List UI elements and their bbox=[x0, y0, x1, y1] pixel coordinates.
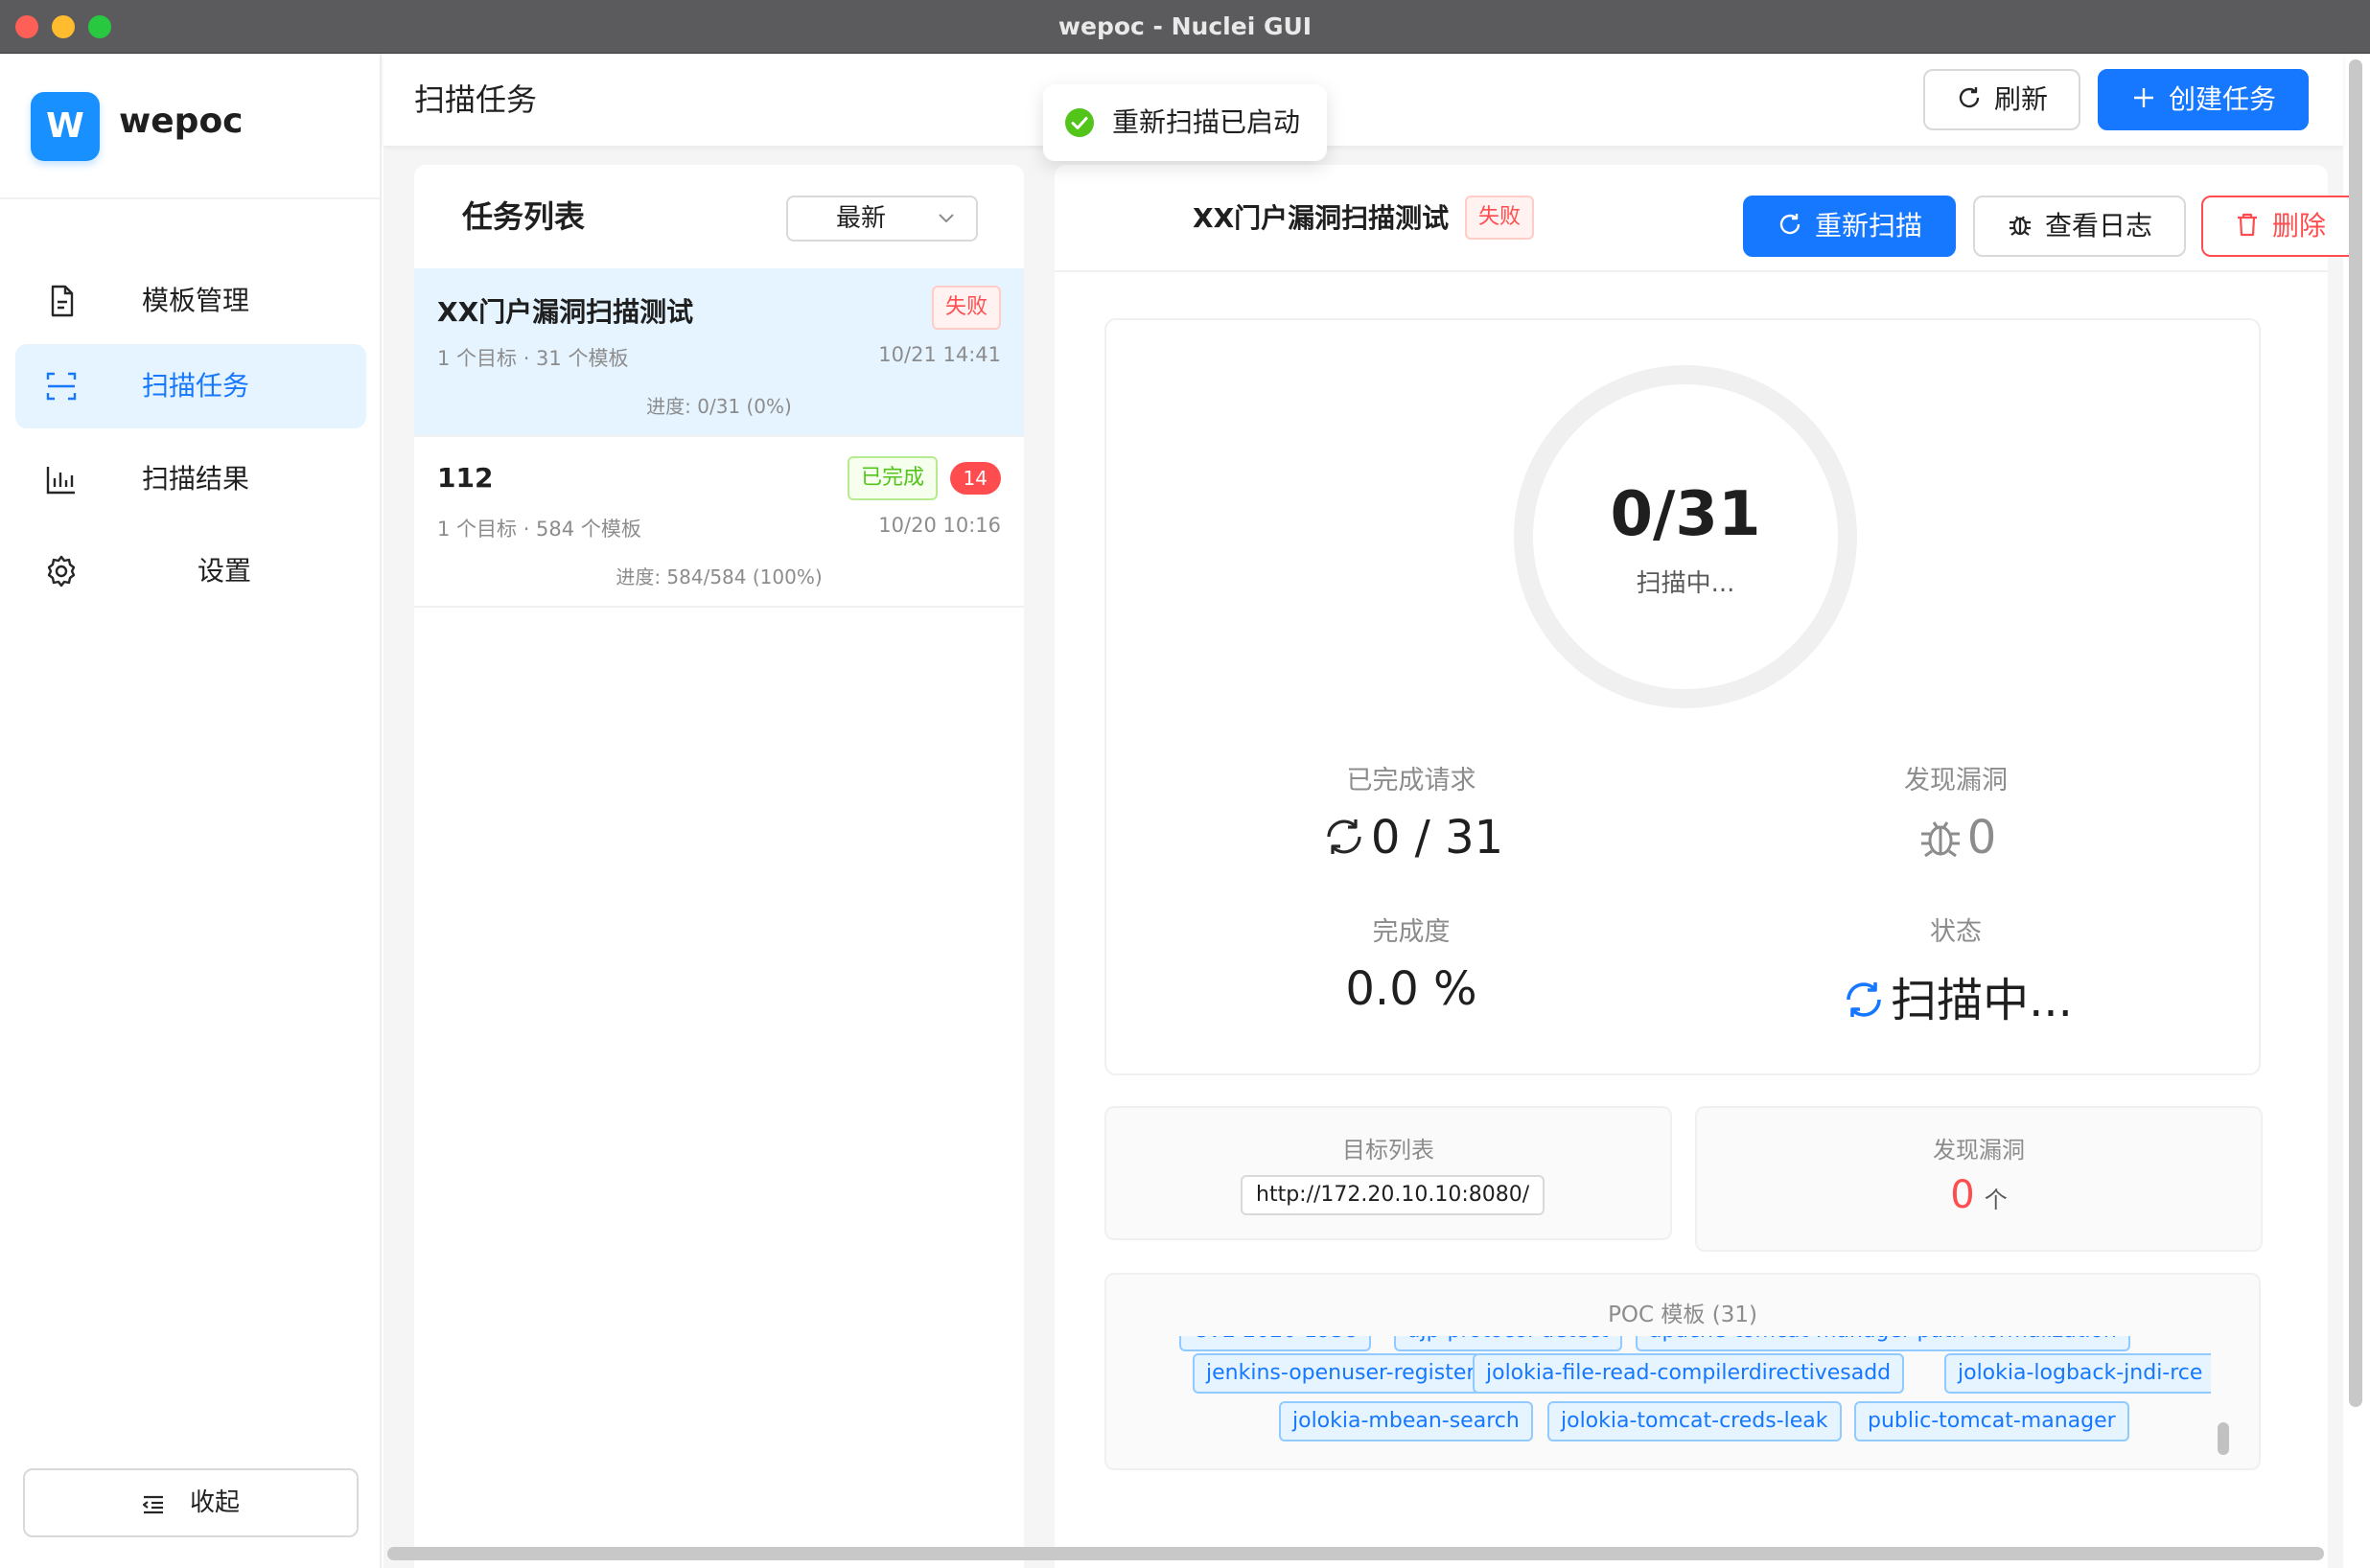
app-logo: W bbox=[31, 92, 100, 161]
create-task-label: 创建任务 bbox=[2168, 83, 2276, 115]
completion-title: 完成度 bbox=[1372, 917, 1451, 947]
sidebar-item-label: 扫描任务 bbox=[141, 370, 249, 402]
scan-icon bbox=[46, 372, 77, 401]
completion-value: 0.0 % bbox=[1345, 962, 1477, 1016]
poc-scrollbar-thumb[interactable] bbox=[2218, 1422, 2229, 1455]
progress-ring-value: 0/31 bbox=[1610, 479, 1761, 550]
task-list-header: 任务列表 最新 bbox=[414, 165, 1024, 268]
chevron-down-icon bbox=[939, 214, 954, 223]
view-log-label: 查看日志 bbox=[2044, 210, 2152, 242]
task-time: 10/20 10:16 bbox=[878, 514, 1001, 537]
targets-card: 目标列表 http://172.20.10.10:8080/ bbox=[1104, 1106, 1672, 1240]
sidebar: W wepoc 模板管理 扫描任务 扫描结果 设置 收起 bbox=[0, 54, 382, 1568]
task-list-item[interactable]: 112 已完成 14 1 个目标 · 584 个模板 10/20 10:16 进… bbox=[414, 439, 1024, 608]
task-list-panel: 任务列表 最新 XX门户漏洞扫描测试 失败 1 个目标 · 31 个模板 10/… bbox=[414, 165, 1024, 1568]
sidebar-item-label: 扫描结果 bbox=[141, 463, 249, 495]
refresh-label: 刷新 bbox=[1993, 83, 2048, 115]
poc-tag: jolokia-file-read-compilerdirectivesadd bbox=[1473, 1353, 1905, 1394]
bar-chart-icon bbox=[46, 467, 75, 495]
reload-icon bbox=[1779, 214, 1801, 235]
delete-button[interactable]: 删除 bbox=[2201, 196, 2358, 257]
rescan-button[interactable]: 重新扫描 bbox=[1743, 196, 1956, 257]
task-meta: 1 个目标 · 584 个模板 bbox=[437, 518, 641, 541]
status-badge: 失败 bbox=[1465, 196, 1535, 240]
task-progress: 进度: 0/31 (0%) bbox=[646, 395, 792, 418]
toast-notification: 重新扫描已启动 bbox=[1043, 84, 1327, 161]
task-detail-header: XX门户漏洞扫描测试 失败 重新扫描 查看日志 删除 bbox=[1055, 165, 2358, 272]
poc-tag: jolokia-mbean-search bbox=[1279, 1401, 1533, 1441]
state-value: 扫描中... bbox=[1764, 962, 2148, 1029]
view-log-button[interactable]: 查看日志 bbox=[1973, 196, 2186, 257]
poc-tag: ajp-protocol-detect bbox=[1394, 1336, 1622, 1351]
poc-templates-title: POC 模板 (31) bbox=[1608, 1303, 1757, 1327]
status-badge: 已完成 bbox=[847, 456, 938, 500]
vulns-found-value: 0 bbox=[1764, 811, 2148, 865]
vulns-card: 发现漏洞 0个 bbox=[1695, 1106, 2263, 1252]
task-list-item[interactable]: XX门户漏洞扫描测试 失败 1 个目标 · 31 个模板 10/21 14:41… bbox=[414, 268, 1024, 437]
target-url-chip: http://172.20.10.10:8080/ bbox=[1241, 1175, 1545, 1215]
task-meta: 1 个目标 · 31 个模板 bbox=[437, 347, 629, 370]
completed-requests-value: 0 / 31 bbox=[1220, 811, 1603, 865]
sidebar-item-scan-results[interactable]: 扫描结果 bbox=[15, 437, 366, 521]
toast-message: 重新扫描已启动 bbox=[1112, 106, 1301, 138]
gear-icon bbox=[47, 555, 76, 588]
title-bar: wepoc - Nuclei GUI bbox=[0, 0, 2370, 54]
task-progress: 进度: 584/584 (100%) bbox=[616, 565, 823, 588]
poc-templates-card: POC 模板 (31) CVE-2020-1938 ajp-protocol-d… bbox=[1104, 1273, 2261, 1470]
task-name: XX门户漏洞扫描测试 bbox=[437, 296, 694, 328]
collapse-sidebar-button[interactable]: 收起 bbox=[23, 1468, 359, 1537]
sync-icon bbox=[1847, 982, 1881, 1017]
sidebar-item-label: 模板管理 bbox=[141, 285, 249, 316]
window-title: wepoc - Nuclei GUI bbox=[1057, 12, 1313, 40]
check-circle-icon bbox=[1065, 108, 1094, 137]
collapse-label: 收起 bbox=[190, 1488, 241, 1517]
poc-tag: CVE-2020-1938 bbox=[1179, 1336, 1372, 1351]
trash-icon bbox=[2237, 213, 2257, 237]
sort-value: 最新 bbox=[836, 204, 887, 233]
poc-tag: public-tomcat-manager bbox=[1854, 1401, 2129, 1441]
bug-icon bbox=[2009, 216, 2031, 236]
vuln-count-badge: 14 bbox=[949, 462, 1001, 495]
task-name: 112 bbox=[437, 462, 494, 494]
vulns-found-title: 发现漏洞 bbox=[1904, 766, 2008, 796]
rescan-label: 重新扫描 bbox=[1814, 210, 1922, 242]
bug-icon bbox=[1920, 821, 1960, 858]
poc-tag: jenkins-openuser-register bbox=[1193, 1353, 1489, 1394]
document-icon bbox=[51, 285, 74, 317]
plus-icon bbox=[2133, 88, 2153, 107]
poc-scrollbar[interactable] bbox=[2217, 1336, 2230, 1457]
refresh-button[interactable]: 刷新 bbox=[1923, 69, 2080, 130]
app-name: wepoc bbox=[119, 102, 244, 141]
targets-title: 目标列表 bbox=[1342, 1137, 1434, 1164]
reload-icon bbox=[1959, 87, 1980, 108]
sidebar-item-scan-tasks[interactable]: 扫描任务 bbox=[15, 344, 366, 428]
status-badge: 失败 bbox=[931, 286, 1001, 330]
sidebar-item-templates[interactable]: 模板管理 bbox=[15, 259, 366, 343]
brand: W wepoc bbox=[0, 54, 380, 199]
sidebar-item-settings[interactable]: 设置 bbox=[15, 529, 366, 613]
task-detail-title: XX门户漏洞扫描测试 bbox=[1193, 202, 1450, 234]
horizontal-scrollbar[interactable] bbox=[387, 1547, 2324, 1560]
vulns-card-count: 0个 bbox=[1950, 1173, 2008, 1217]
task-list-title: 任务列表 bbox=[462, 198, 586, 235]
state-title: 状态 bbox=[1930, 917, 1982, 947]
poc-tag: apache-tomcat-manager-path-normalization bbox=[1636, 1336, 2130, 1351]
task-time: 10/21 14:41 bbox=[878, 343, 1001, 366]
poc-tag: jolokia-tomcat-creds-leak bbox=[1547, 1401, 1842, 1441]
create-task-button[interactable]: 创建任务 bbox=[2098, 69, 2309, 130]
completed-requests-title: 已完成请求 bbox=[1346, 766, 1476, 796]
page-header: 扫描任务 刷新 创建任务 bbox=[383, 54, 2343, 146]
menu-fold-icon bbox=[142, 1495, 163, 1514]
poc-tag: jolokia-logback-jndi-rce bbox=[1944, 1353, 2211, 1394]
vulns-card-title: 发现漏洞 bbox=[1933, 1137, 2025, 1164]
poc-tag-list[interactable]: CVE-2020-1938 ajp-protocol-detect apache… bbox=[1145, 1336, 2211, 1457]
delete-label: 删除 bbox=[2271, 210, 2326, 242]
page-title: 扫描任务 bbox=[414, 81, 538, 118]
sidebar-item-label: 设置 bbox=[197, 555, 251, 587]
progress-ring-label: 扫描中... bbox=[1636, 569, 1735, 598]
vertical-scrollbar[interactable] bbox=[2349, 59, 2362, 1407]
sync-icon bbox=[1327, 819, 1361, 854]
sort-select[interactable]: 最新 bbox=[786, 196, 978, 242]
